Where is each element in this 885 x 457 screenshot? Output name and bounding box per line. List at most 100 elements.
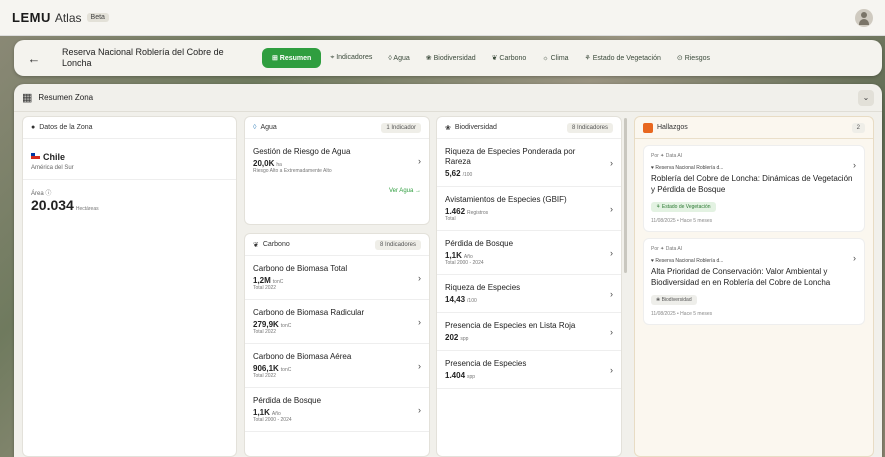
chevron-right-icon: › [610, 364, 613, 375]
tab-clima[interactable]: ☼ Clima [535, 50, 575, 67]
carbon-badge: 8 Indicadores [374, 239, 421, 250]
carbon-title: Carbono [262, 241, 290, 248]
finding-author: Por ✦ Data AI [651, 246, 683, 252]
tab-riesgos[interactable]: ⊙ Riesgos [670, 49, 717, 67]
findings-count: 2 [851, 122, 865, 133]
tab-estado-vegetacion[interactable]: ⚘ Estado de Vegetación [578, 49, 668, 67]
item-title: Presencia de Especies [445, 359, 527, 368]
tab-carbono[interactable]: ❦ Carbono [485, 49, 534, 67]
item-sub: Total [445, 216, 456, 222]
finding-title: Alta Prioridad de Conservación: Valor Am… [651, 267, 831, 287]
item-title: Riqueza de Especies [445, 283, 521, 292]
chevron-right-icon: › [418, 316, 421, 327]
chevron-right-icon: › [418, 360, 421, 371]
biodiversity-item[interactable]: Pérdida de Bosque 1,1K Año Total 2000 - 2… [437, 231, 621, 275]
summary-panel: ▦ Resumen Zona ⌄ ● Datos de la Zona Chil… [14, 84, 882, 457]
area-row: Área ⓘ 20.034 Hectáreas [23, 180, 236, 223]
chevron-right-icon: › [610, 288, 613, 299]
item-value: 1,1K [253, 408, 270, 417]
finding-date: 11/08/2025 • Hace 5 meses [651, 218, 713, 224]
item-title: Avistamientos de Especies (GBIF) [445, 195, 567, 204]
finding-date: 11/08/2025 • Hace 5 meses [651, 311, 713, 317]
biodiversity-item[interactable]: Riqueza de Especies 14,43/100 › [437, 275, 621, 313]
biodiversity-scrollbar[interactable] [624, 118, 627, 273]
findings-card: Hallazgos 2 Por ✦ Data AI ♥ Reserva Naci… [634, 116, 874, 457]
biodiversity-item[interactable]: Presencia de Especies 1.404 spp › [437, 351, 621, 389]
biodiversity-title: Biodiversidad [454, 124, 497, 131]
grid-icon: ▦ [22, 92, 33, 104]
tab-indicadores[interactable]: ⌖ Indicadores [323, 49, 379, 67]
app-name: Atlas [54, 10, 82, 25]
flower-icon: ❀ [445, 124, 451, 132]
item-sub: Riesgo Alto a Extremadamente Alto [253, 168, 332, 174]
zone-tabs: ⊞ Resumen ⌖ Indicadores ◊ Agua ❀ Biodive… [262, 48, 717, 68]
country-row: Chile América del Sur [23, 139, 236, 180]
back-arrow-icon[interactable]: ← [22, 51, 46, 66]
finding-location: ♥ Reserva Nacional Roblería d... [651, 258, 724, 264]
chevron-right-icon: › [610, 157, 613, 168]
tab-resumen[interactable]: ⊞ Resumen [262, 48, 322, 68]
chevron-right-icon: › [853, 160, 856, 170]
item-unit: /100 [467, 298, 477, 304]
water-badge: 1 Indicador [381, 122, 421, 133]
see-water-link[interactable]: Ver Agua → [245, 182, 429, 200]
zone-title: Reserva Nacional Roblería del Cobre de L… [62, 47, 224, 68]
biodiversity-item[interactable]: Avistamientos de Especies (GBIF) 1.462 Re… [437, 187, 621, 231]
carbon-card: ❦ Carbono 8 Indicadores Carbono de Bioma… [244, 233, 430, 457]
carbon-item[interactable]: Carbono de Biomasa Radicular 279,9K tonC … [245, 300, 429, 344]
brand-logo[interactable]: LEMU [12, 10, 51, 25]
summary-panel-header: ▦ Resumen Zona ⌄ [14, 84, 882, 112]
biodiversity-header: ❀ Biodiversidad 8 Indicadores [437, 117, 621, 139]
finding-location: ♥ Reserva Nacional Roblería d... [651, 165, 724, 171]
water-risk-item[interactable]: Gestión de Riesgo de Agua 20,0K ha Riesgo… [245, 139, 429, 182]
chevron-right-icon: › [418, 404, 421, 415]
item-value: 1.462 [445, 207, 466, 216]
finding-card[interactable]: Por ✦ Data AI ♥ Reserva Nacional Roblerí… [643, 238, 865, 325]
item-sub: Total 2022 [253, 329, 277, 335]
chile-flag-icon [31, 152, 40, 159]
finding-tag: ⚘ Estado de Vegetación [651, 202, 716, 212]
carbon-item[interactable]: Pérdida de Bosque 1,1K Año Total 2000 - 2… [245, 388, 429, 432]
biodiversity-card: ❀ Biodiversidad 8 Indicadores Riqueza de… [436, 116, 622, 457]
item-title: Riqueza de Especies Ponderada por Rareza [445, 147, 576, 166]
biodiversity-item[interactable]: Presencia de Especies en Lista Roja 202 s… [437, 313, 621, 351]
findings-title: Hallazgos [657, 124, 688, 131]
tab-agua[interactable]: ◊ Agua [381, 50, 416, 67]
biodiversity-item[interactable]: Riqueza de Especies Ponderada por Rareza… [437, 139, 621, 187]
item-value: 1.404 [445, 371, 466, 380]
tab-biodiversidad[interactable]: ❀ Biodiversidad [419, 49, 483, 67]
chevron-right-icon: › [610, 326, 613, 337]
area-label: Área ⓘ [31, 191, 52, 197]
item-unit: tonC [280, 323, 292, 329]
area-value: 20.034 [31, 197, 74, 213]
user-avatar-icon[interactable] [855, 8, 873, 27]
beta-badge: Beta [86, 13, 109, 22]
water-header: ◊ Agua 1 Indicador [245, 117, 429, 139]
findings-icon [643, 122, 653, 133]
finding-tag: ❀ Biodiversidad [651, 295, 697, 305]
item-unit: spp [467, 374, 476, 380]
item-title: Carbono de Biomasa Aérea [253, 352, 352, 361]
carbon-item[interactable]: Carbono de Biomasa Total 1,2M tonC Total … [245, 256, 429, 300]
zone-nav-bar: ← Reserva Nacional Roblería del Cobre de… [14, 40, 882, 76]
region-name: América del Sur [31, 165, 74, 171]
finding-author: Por ✦ Data AI [651, 153, 683, 159]
item-value: 1,2M [253, 276, 271, 285]
item-sub: Total 2000 - 2024 [253, 417, 292, 423]
carbon-item[interactable]: Carbono de Biomasa Aérea 906,1K tonC Tota… [245, 344, 429, 388]
zone-data-card: ● Datos de la Zona Chile América del Sur… [22, 116, 237, 457]
item-title: Carbono de Biomasa Radicular [253, 308, 365, 317]
chevron-right-icon: › [418, 272, 421, 283]
water-drop-icon: ◊ [253, 124, 257, 131]
item-value: 1,1K [445, 251, 462, 260]
area-unit: Hectáreas [75, 206, 99, 212]
finding-title: Roblería del Cobre de Loncha: Dinámicas … [651, 174, 853, 194]
item-title: Pérdida de Bosque [253, 396, 322, 405]
item-unit: /100 [462, 172, 473, 178]
chevron-right-icon: › [610, 203, 613, 214]
top-bar: LEMU Atlas Beta [0, 0, 885, 36]
item-value: 279,9K [253, 320, 279, 329]
collapse-button[interactable]: ⌄ [858, 89, 874, 106]
finding-card[interactable]: Por ✦ Data AI ♥ Reserva Nacional Roblerí… [643, 145, 865, 232]
findings-header: Hallazgos 2 [635, 117, 873, 139]
